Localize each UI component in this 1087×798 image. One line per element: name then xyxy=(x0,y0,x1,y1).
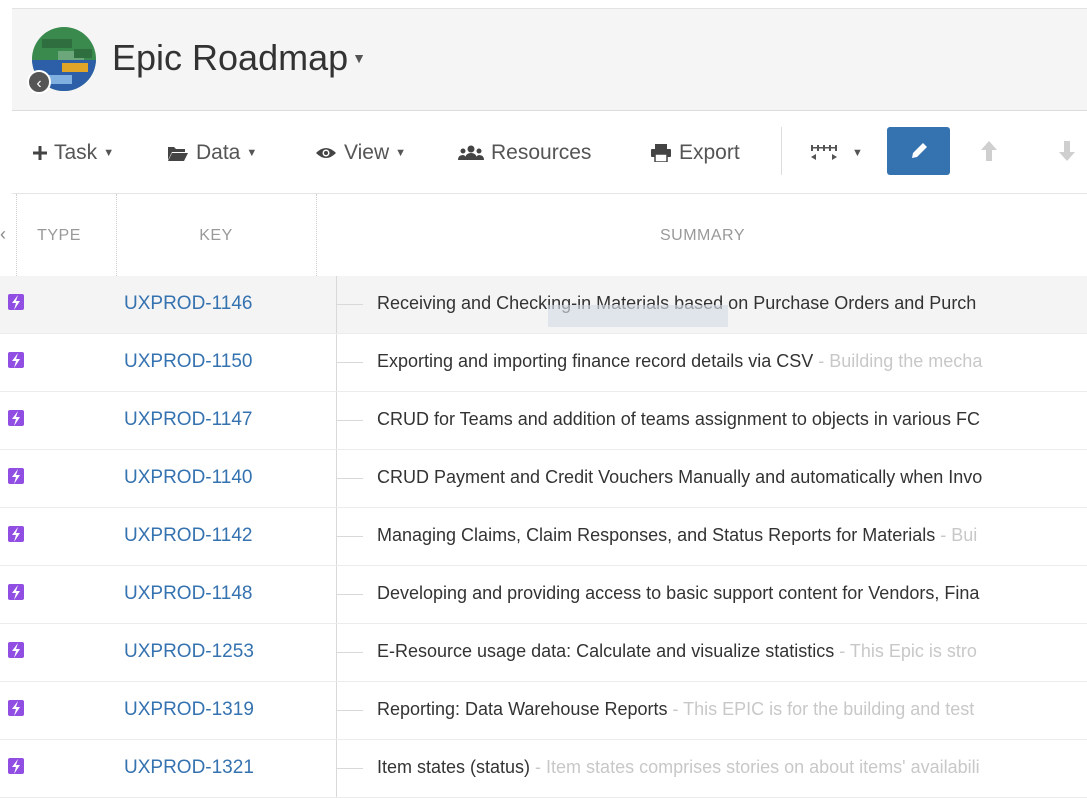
edit-mode-button[interactable] xyxy=(887,127,950,175)
issue-description: - This Epic is stro xyxy=(834,641,977,661)
issue-key-link[interactable]: UXPROD-1150 xyxy=(124,351,252,373)
view-menu-button[interactable]: View ▼ xyxy=(315,138,406,168)
folder-open-icon xyxy=(167,145,189,162)
caret-down-icon: ▼ xyxy=(246,147,258,159)
issue-summary[interactable]: Developing and providing access to basic… xyxy=(377,583,979,604)
epic-icon xyxy=(8,526,24,542)
pencil-icon xyxy=(911,143,927,158)
chevron-left-icon[interactable]: ‹ xyxy=(0,224,6,245)
page-title[interactable]: Epic Roadmap ▼ xyxy=(112,37,366,79)
issue-title: Developing and providing access to basic… xyxy=(377,583,980,603)
issue-title: Item states (status) xyxy=(377,757,531,777)
table-row[interactable]: UXPROD-1146 Receiving and Checking-in Ma… xyxy=(0,276,1087,334)
issue-title: Exporting and importing finance record d… xyxy=(377,351,814,371)
task-menu-button[interactable]: Task ▼ xyxy=(33,138,114,168)
issue-summary[interactable]: E-Resource usage data: Calculate and vis… xyxy=(377,641,977,662)
issue-key-link[interactable]: UXPROD-1321 xyxy=(124,757,254,779)
caret-down-icon: ▼ xyxy=(395,147,407,159)
move-up-button[interactable] xyxy=(974,133,1004,169)
issue-summary[interactable]: Managing Claims, Claim Responses, and St… xyxy=(377,525,977,546)
column-header-type[interactable]: TYPE xyxy=(18,194,100,278)
issue-summary[interactable]: CRUD for Teams and addition of teams ass… xyxy=(377,409,980,430)
page-title-text: Epic Roadmap xyxy=(112,37,349,78)
data-menu-button[interactable]: Data ▼ xyxy=(167,138,257,168)
table-row[interactable]: UXPROD-1140 CRUD Payment and Credit Vouc… xyxy=(0,450,1087,508)
epic-icon xyxy=(8,468,24,484)
issue-description: - Building the mecha xyxy=(813,351,983,371)
tree-branch xyxy=(337,594,363,595)
toolbar-divider xyxy=(781,127,782,175)
page-header: ‹ Epic Roadmap ▼ xyxy=(12,9,1087,111)
timeline-scale-icon xyxy=(809,143,839,163)
issue-summary[interactable]: Item states (status) - Item states compr… xyxy=(377,757,980,778)
plus-icon xyxy=(33,146,47,160)
table-body: UXPROD-1146 Receiving and Checking-in Ma… xyxy=(0,276,1087,798)
eye-icon xyxy=(315,146,337,160)
issue-summary[interactable]: Reporting: Data Warehouse Reports - This… xyxy=(377,699,974,720)
table-row[interactable]: UXPROD-1142 Managing Claims, Claim Respo… xyxy=(0,508,1087,566)
epic-icon xyxy=(8,410,24,426)
issue-key-link[interactable]: UXPROD-1146 xyxy=(124,293,252,315)
issue-key-link[interactable]: UXPROD-1140 xyxy=(124,467,252,489)
move-down-button[interactable] xyxy=(1052,133,1082,169)
issue-key-link[interactable]: UXPROD-1319 xyxy=(124,699,254,721)
view-menu-label: View xyxy=(344,141,390,164)
resources-button[interactable]: Resources xyxy=(458,138,591,168)
issue-title: CRUD for Teams and addition of teams ass… xyxy=(377,409,980,429)
table-row[interactable]: UXPROD-1150 Exporting and importing fina… xyxy=(0,334,1087,392)
tree-branch xyxy=(337,652,363,653)
epic-icon xyxy=(8,758,24,774)
column-header-key[interactable]: KEY xyxy=(118,194,314,278)
users-icon xyxy=(458,145,484,161)
arrow-down-icon xyxy=(1059,141,1075,161)
issue-key-link[interactable]: UXPROD-1148 xyxy=(124,583,252,605)
issue-title: CRUD Payment and Credit Vouchers Manuall… xyxy=(377,467,983,487)
table-row[interactable]: UXPROD-1319 Reporting: Data Warehouse Re… xyxy=(0,682,1087,740)
table-row[interactable]: UXPROD-1321 Item states (status) - Item … xyxy=(0,740,1087,798)
epic-icon xyxy=(8,584,24,600)
epic-icon xyxy=(8,294,24,310)
issue-title: Managing Claims, Claim Responses, and St… xyxy=(377,525,936,545)
drag-ghost xyxy=(548,305,728,327)
epic-icon xyxy=(8,642,24,658)
column-header-summary[interactable]: SUMMARY xyxy=(318,194,1087,278)
issue-summary[interactable]: CRUD Payment and Credit Vouchers Manuall… xyxy=(377,467,982,488)
tree-branch xyxy=(337,362,363,363)
caret-down-icon: ▼ xyxy=(852,147,863,159)
toolbar: Task ▼ Data ▼ View ▼ Resources Export ▼ xyxy=(12,111,1087,194)
caret-down-icon: ▼ xyxy=(352,50,366,66)
tree-branch xyxy=(337,304,363,305)
timeline-scale-button[interactable]: ▼ xyxy=(809,138,863,168)
task-menu-label: Task xyxy=(54,141,98,164)
issue-description: - Item states comprises stories on about… xyxy=(530,757,980,777)
issue-key-link[interactable]: UXPROD-1142 xyxy=(124,525,252,547)
caret-down-icon: ▼ xyxy=(103,147,115,159)
table-row[interactable]: UXPROD-1253 E-Resource usage data: Calcu… xyxy=(0,624,1087,682)
issue-description: - Bui xyxy=(935,525,978,545)
tree-branch xyxy=(337,536,363,537)
issue-key-link[interactable]: UXPROD-1147 xyxy=(124,409,252,431)
epic-icon xyxy=(8,352,24,368)
export-button[interactable]: Export xyxy=(650,138,740,168)
tree-branch xyxy=(337,420,363,421)
data-menu-label: Data xyxy=(196,141,241,164)
tree-branch xyxy=(337,478,363,479)
resources-label: Resources xyxy=(491,141,592,164)
epic-icon xyxy=(8,700,24,716)
table-header: ‹ TYPE KEY SUMMARY xyxy=(0,194,1087,278)
print-icon xyxy=(650,144,672,162)
tree-branch xyxy=(337,710,363,711)
table-row[interactable]: UXPROD-1148 Developing and providing acc… xyxy=(0,566,1087,624)
table-row[interactable]: UXPROD-1147 CRUD for Teams and addition … xyxy=(0,392,1087,450)
issue-summary[interactable]: Exporting and importing finance record d… xyxy=(377,351,982,372)
issue-title: Reporting: Data Warehouse Reports xyxy=(377,699,668,719)
issue-title: E-Resource usage data: Calculate and vis… xyxy=(377,641,835,661)
issue-description: - This EPIC is for the building and test xyxy=(667,699,975,719)
tree-branch xyxy=(337,768,363,769)
issue-key-link[interactable]: UXPROD-1253 xyxy=(124,641,254,663)
arrow-up-icon xyxy=(981,141,997,161)
export-label: Export xyxy=(679,141,740,164)
back-button[interactable]: ‹ xyxy=(27,70,51,94)
